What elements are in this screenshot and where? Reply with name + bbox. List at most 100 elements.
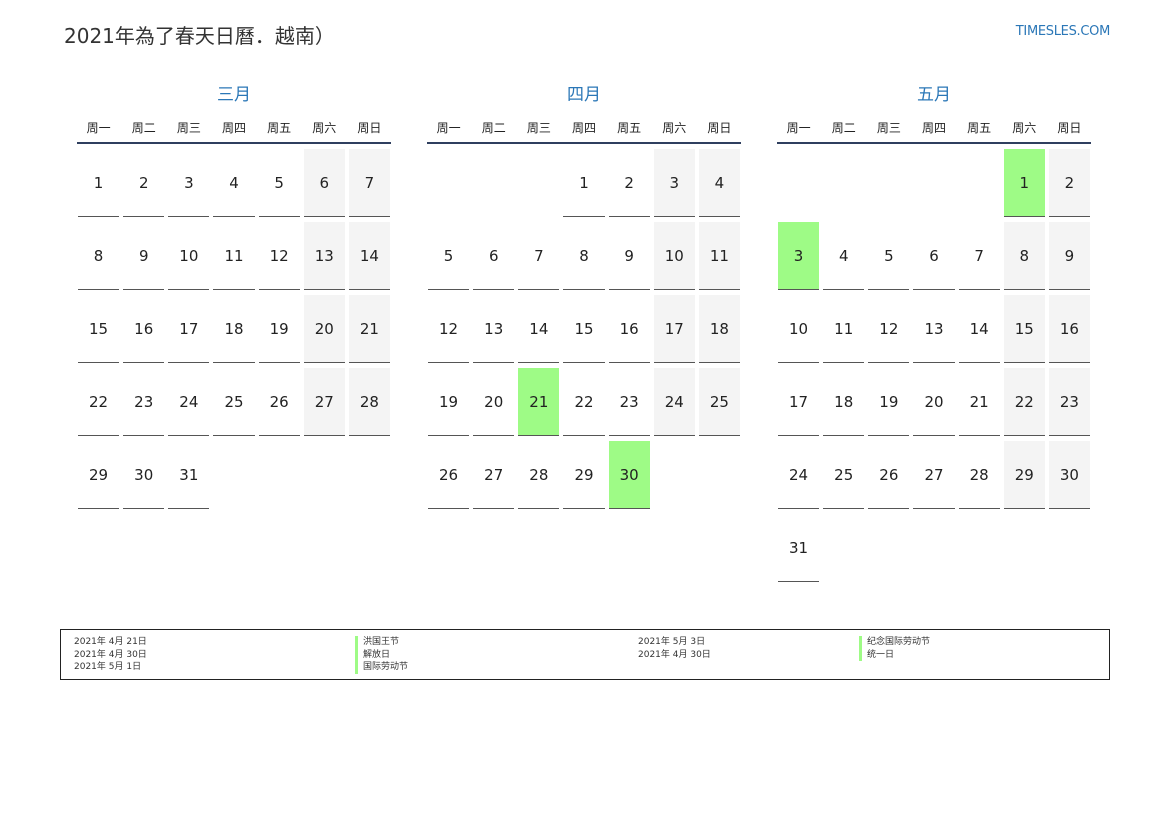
- day-cell[interactable]: 3: [166, 144, 211, 217]
- day-cell[interactable]: 14: [347, 217, 392, 290]
- day-cell[interactable]: 26: [866, 436, 911, 509]
- day-number: 5: [258, 149, 300, 217]
- day-cell[interactable]: 19: [426, 363, 471, 436]
- day-cell[interactable]: 18: [697, 290, 742, 363]
- day-cell[interactable]: 3: [652, 144, 697, 217]
- day-cell[interactable]: 13: [302, 217, 347, 290]
- day-cell[interactable]: 10: [652, 217, 697, 290]
- day-cell[interactable]: 17: [776, 363, 821, 436]
- empty-day-cell: [302, 436, 347, 509]
- day-cell[interactable]: 30: [121, 436, 166, 509]
- day-cell[interactable]: 3: [776, 217, 821, 290]
- day-cell[interactable]: 19: [866, 363, 911, 436]
- day-cell[interactable]: 22: [561, 363, 606, 436]
- day-number: 11: [823, 295, 865, 363]
- day-cell[interactable]: 9: [607, 217, 652, 290]
- day-cell[interactable]: 17: [166, 290, 211, 363]
- day-cell[interactable]: 12: [257, 217, 302, 290]
- day-cell[interactable]: 8: [561, 217, 606, 290]
- day-cell[interactable]: 14: [516, 290, 561, 363]
- day-cell[interactable]: 4: [211, 144, 256, 217]
- day-cell[interactable]: 24: [166, 363, 211, 436]
- day-cell[interactable]: 20: [471, 363, 516, 436]
- day-cell[interactable]: 11: [211, 217, 256, 290]
- day-cell[interactable]: 15: [1002, 290, 1047, 363]
- day-cell[interactable]: 12: [866, 290, 911, 363]
- day-cell[interactable]: 20: [911, 363, 956, 436]
- day-cell[interactable]: 27: [911, 436, 956, 509]
- day-cell[interactable]: 2: [121, 144, 166, 217]
- day-cell[interactable]: 1: [76, 144, 121, 217]
- day-cell[interactable]: 16: [1047, 290, 1092, 363]
- day-cell[interactable]: 30: [1047, 436, 1092, 509]
- day-cell[interactable]: 22: [76, 363, 121, 436]
- day-cell[interactable]: 25: [211, 363, 256, 436]
- day-cell[interactable]: 29: [1002, 436, 1047, 509]
- day-cell[interactable]: 16: [121, 290, 166, 363]
- day-cell[interactable]: 25: [697, 363, 742, 436]
- day-cell[interactable]: 8: [1002, 217, 1047, 290]
- day-cell[interactable]: 6: [302, 144, 347, 217]
- day-cell[interactable]: 20: [302, 290, 347, 363]
- day-cell[interactable]: 11: [821, 290, 866, 363]
- day-number: 1: [78, 149, 120, 217]
- day-cell[interactable]: 21: [516, 363, 561, 436]
- day-cell[interactable]: 5: [257, 144, 302, 217]
- day-cell[interactable]: 26: [426, 436, 471, 509]
- day-cell[interactable]: 13: [471, 290, 516, 363]
- week-row: 22 23 24 25 26 27 28: [76, 363, 392, 436]
- day-cell[interactable]: 23: [607, 363, 652, 436]
- day-cell[interactable]: 7: [516, 217, 561, 290]
- day-cell[interactable]: 2: [607, 144, 652, 217]
- day-cell[interactable]: 1: [561, 144, 606, 217]
- day-cell[interactable]: 21: [957, 363, 1002, 436]
- day-cell[interactable]: 10: [776, 290, 821, 363]
- day-cell[interactable]: 27: [471, 436, 516, 509]
- day-cell[interactable]: 28: [347, 363, 392, 436]
- day-cell[interactable]: 9: [121, 217, 166, 290]
- day-cell[interactable]: 8: [76, 217, 121, 290]
- day-cell[interactable]: 25: [821, 436, 866, 509]
- day-cell[interactable]: 12: [426, 290, 471, 363]
- day-cell[interactable]: 31: [166, 436, 211, 509]
- day-cell[interactable]: 6: [911, 217, 956, 290]
- day-cell[interactable]: 17: [652, 290, 697, 363]
- day-cell[interactable]: 24: [652, 363, 697, 436]
- day-cell[interactable]: 31: [776, 509, 821, 582]
- day-cell[interactable]: 5: [426, 217, 471, 290]
- day-cell[interactable]: 5: [866, 217, 911, 290]
- day-cell[interactable]: 28: [516, 436, 561, 509]
- day-cell[interactable]: 18: [821, 363, 866, 436]
- day-cell[interactable]: 24: [776, 436, 821, 509]
- day-cell[interactable]: 7: [957, 217, 1002, 290]
- day-cell[interactable]: 30: [607, 436, 652, 509]
- day-cell[interactable]: 15: [561, 290, 606, 363]
- day-cell[interactable]: 26: [257, 363, 302, 436]
- day-cell[interactable]: 16: [607, 290, 652, 363]
- day-cell[interactable]: 15: [76, 290, 121, 363]
- day-cell[interactable]: 22: [1002, 363, 1047, 436]
- site-link[interactable]: TIMESLES.COM: [1016, 24, 1111, 39]
- day-cell[interactable]: 6: [471, 217, 516, 290]
- day-cell[interactable]: 23: [121, 363, 166, 436]
- day-cell[interactable]: 18: [211, 290, 256, 363]
- day-cell[interactable]: 4: [697, 144, 742, 217]
- day-cell[interactable]: 14: [957, 290, 1002, 363]
- day-cell[interactable]: 28: [957, 436, 1002, 509]
- legend-date: 2021年 4月 21日: [74, 637, 147, 647]
- day-cell[interactable]: 29: [76, 436, 121, 509]
- day-cell[interactable]: 23: [1047, 363, 1092, 436]
- day-cell[interactable]: 27: [302, 363, 347, 436]
- day-cell[interactable]: 29: [561, 436, 606, 509]
- day-cell[interactable]: 9: [1047, 217, 1092, 290]
- day-cell[interactable]: 19: [257, 290, 302, 363]
- day-cell[interactable]: 11: [697, 217, 742, 290]
- day-cell[interactable]: 21: [347, 290, 392, 363]
- day-cell[interactable]: 2: [1047, 144, 1092, 217]
- day-cell[interactable]: 1: [1002, 144, 1047, 217]
- day-cell[interactable]: 13: [911, 290, 956, 363]
- day-cell[interactable]: 7: [347, 144, 392, 217]
- day-cell[interactable]: 4: [821, 217, 866, 290]
- day-number: 20: [303, 295, 345, 363]
- day-cell[interactable]: 10: [166, 217, 211, 290]
